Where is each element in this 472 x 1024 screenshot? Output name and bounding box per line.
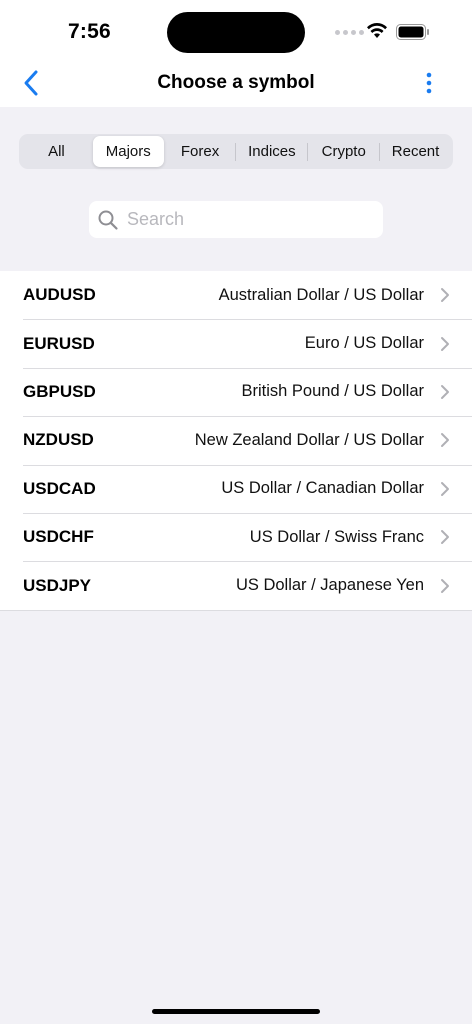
dynamic-island (167, 12, 305, 53)
list-item[interactable]: GBPUSD British Pound / US Dollar (0, 367, 472, 416)
symbol-name: New Zealand Dollar / US Dollar (194, 430, 424, 449)
symbol-code: USDCAD (23, 478, 96, 498)
header: 7:56 Choose a symbol (0, 0, 472, 107)
wifi-icon (367, 22, 387, 38)
cellular-signal-icon (335, 30, 364, 35)
battery-icon (396, 24, 429, 40)
chevron-right-icon (441, 481, 449, 496)
symbol-code: EURUSD (23, 333, 95, 353)
chevron-right-icon (441, 288, 449, 303)
category-segmented-control: All Majors Forex Indices Crypto Recent (19, 134, 453, 169)
list-item[interactable]: AUDUSD Australian Dollar / US Dollar (0, 271, 472, 319)
search-bar[interactable] (89, 201, 383, 238)
list-item[interactable]: USDCAD US Dollar / Canadian Dollar (0, 464, 472, 513)
symbol-name: US Dollar / Canadian Dollar (221, 479, 424, 498)
list-item[interactable]: USDJPY US Dollar / Japanese Yen (0, 561, 472, 609)
chevron-right-icon (441, 384, 449, 399)
tab-all[interactable]: All (21, 136, 92, 167)
symbol-name: Euro / US Dollar (304, 334, 424, 353)
symbol-name: Australian Dollar / US Dollar (218, 285, 424, 304)
page-title: Choose a symbol (157, 72, 315, 93)
tab-recent[interactable]: Recent (380, 136, 451, 167)
symbol-code: NZDUSD (23, 430, 94, 450)
tab-majors[interactable]: Majors (92, 136, 164, 167)
screen: 7:56 Choose a symbol All Majors Forex In… (0, 0, 472, 1024)
tab-crypto[interactable]: Crypto (308, 136, 379, 167)
chevron-right-icon (441, 530, 449, 545)
symbol-code: GBPUSD (23, 381, 96, 401)
list-item[interactable]: NZDUSD New Zealand Dollar / US Dollar (0, 416, 472, 464)
tab-indices[interactable]: Indices (236, 136, 307, 167)
chevron-right-icon (441, 433, 449, 448)
symbol-code: USDCHF (23, 527, 94, 547)
search-icon (98, 210, 118, 230)
symbol-name: US Dollar / Swiss Franc (249, 527, 424, 546)
more-vertical-icon[interactable] (419, 70, 439, 98)
symbol-list: AUDUSD Australian Dollar / US Dollar EUR… (0, 271, 472, 611)
status-time: 7:56 (68, 20, 111, 43)
chevron-right-icon (441, 578, 449, 593)
search-input[interactable] (127, 209, 367, 230)
list-item[interactable]: EURUSD Euro / US Dollar (0, 319, 472, 367)
symbol-name: US Dollar / Japanese Yen (235, 576, 424, 595)
home-indicator (152, 1009, 320, 1014)
symbol-code: USDJPY (23, 575, 92, 595)
symbol-name: British Pound / US Dollar (241, 382, 425, 401)
list-item[interactable]: USDCHF US Dollar / Swiss Franc (0, 512, 472, 561)
chevron-right-icon (441, 336, 449, 351)
tab-forex[interactable]: Forex (165, 136, 236, 167)
symbol-code: AUDUSD (23, 285, 96, 305)
